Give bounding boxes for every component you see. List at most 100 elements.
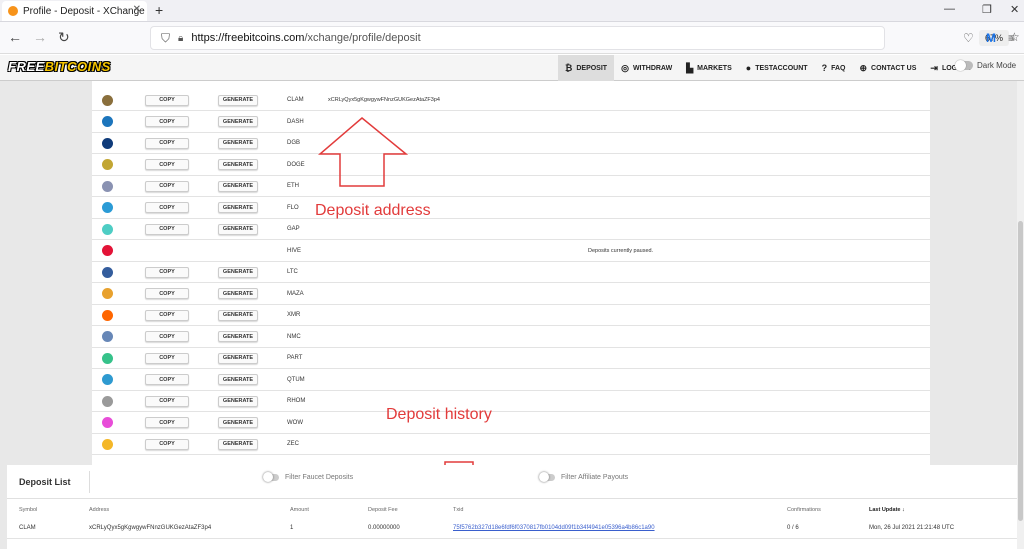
dark-mode-toggle[interactable]: Dark Mode <box>955 60 1016 71</box>
filter-faucet-toggle[interactable]: Filter Faucet Deposits <box>263 472 353 482</box>
generate-button[interactable]: GENERATE <box>218 331 258 343</box>
row-symbol: CLAM <box>19 525 36 531</box>
generate-button[interactable]: GENERATE <box>218 266 258 278</box>
shield-icon[interactable]: ⛉ <box>161 31 170 46</box>
copy-button[interactable]: COPY <box>145 202 189 214</box>
generate-button[interactable]: GENERATE <box>218 116 258 128</box>
coin-symbol: DOGE <box>287 161 305 168</box>
dash-coin-icon <box>102 116 113 128</box>
browser-tab[interactable]: Profile - Deposit - XChange ✕ <box>2 1 147 21</box>
copy-button[interactable]: COPY <box>145 94 189 106</box>
row-confirmations: 0 / 6 <box>787 525 799 531</box>
site-logo[interactable]: FREEBITCOINS <box>8 59 111 74</box>
deposit-list-header: Deposit List Filter Faucet Deposits Filt… <box>7 465 1017 499</box>
column-header[interactable]: Txid <box>453 507 463 513</box>
filter-affiliate-toggle[interactable]: Filter Affiliate Payouts <box>539 472 628 482</box>
flo-coin-icon <box>102 202 113 214</box>
generate-button[interactable]: GENERATE <box>218 352 258 364</box>
copy-button[interactable]: COPY <box>145 180 189 192</box>
nav-deposit[interactable]: ₿ DEPOSIT <box>558 55 615 81</box>
coin-row-zec: COPY GENERATE ZEC <box>92 434 930 456</box>
deposit-address[interactable]: xCRLyQyx5gKgwgywFNnzGUKGezAtaZF3p4 <box>328 97 440 103</box>
reload-icon[interactable]: ↻ <box>58 29 70 46</box>
nav-markets[interactable]: ▙ MARKETS <box>679 55 739 81</box>
coin-row-ltc: COPY GENERATE LTC <box>92 262 930 284</box>
copy-button[interactable]: COPY <box>145 223 189 235</box>
nav-contact-us[interactable]: ⊕ CONTACT US <box>852 55 923 81</box>
generate-button[interactable]: GENERATE <box>218 223 258 235</box>
faq-icon: ? <box>821 63 828 73</box>
coin-row-doge: COPY GENERATE DOGE <box>92 154 930 176</box>
nav-withdraw[interactable]: ◎ WITHDRAW <box>614 55 679 81</box>
copy-button[interactable]: COPY <box>145 352 189 364</box>
generate-button[interactable]: GENERATE <box>218 309 258 321</box>
copy-button[interactable]: COPY <box>145 116 189 128</box>
toggle-switch[interactable] <box>955 60 973 71</box>
generate-button[interactable]: GENERATE <box>218 438 258 450</box>
generate-button[interactable]: GENERATE <box>218 374 258 386</box>
generate-button[interactable]: GENERATE <box>218 137 258 149</box>
copy-button[interactable]: COPY <box>145 159 189 171</box>
toggle-switch[interactable] <box>539 472 555 482</box>
copy-button[interactable]: COPY <box>145 266 189 278</box>
column-header[interactable]: Confirmations <box>787 507 821 513</box>
pocket-icon[interactable]: ♡ <box>963 31 974 45</box>
forward-icon[interactable]: → <box>33 29 47 45</box>
copy-button[interactable]: COPY <box>145 395 189 407</box>
generate-button[interactable]: GENERATE <box>218 94 258 106</box>
status-note: Deposits currently paused. <box>588 247 654 254</box>
toggle-switch[interactable] <box>263 472 279 482</box>
xmr-coin-icon <box>102 309 113 321</box>
generate-button[interactable]: GENERATE <box>218 417 258 429</box>
generate-button[interactable]: GENERATE <box>218 180 258 192</box>
page-scrollbar[interactable] <box>1017 81 1024 549</box>
generate-button[interactable]: GENERATE <box>218 202 258 214</box>
lock-icon[interactable]: 🔒︎ <box>178 33 183 44</box>
generate-button[interactable]: GENERATE <box>218 395 258 407</box>
extension-icon[interactable]: M <box>986 31 996 45</box>
coin-symbol: ETH <box>287 183 299 190</box>
coin-symbol: DASH <box>287 118 304 125</box>
column-header-sorted[interactable]: Last Update ↓ <box>869 507 905 513</box>
coin-symbol: HIVE <box>287 247 302 254</box>
copy-button[interactable]: COPY <box>145 288 189 300</box>
column-header[interactable]: Address <box>89 507 109 513</box>
coin-row-qtum: COPY GENERATE QTUM <box>92 369 930 391</box>
column-header[interactable]: Deposit Fee <box>368 507 398 513</box>
url-text: https://freebitcoins.com/xchange/profile… <box>191 32 421 44</box>
menu-icon[interactable]: ≡ <box>1008 31 1015 45</box>
doge-coin-icon <box>102 159 113 171</box>
close-tab-icon[interactable]: ✕ <box>133 4 141 15</box>
restore-icon[interactable]: ❐ <box>982 3 992 16</box>
copy-button[interactable]: COPY <box>145 374 189 386</box>
copy-button[interactable]: COPY <box>145 309 189 321</box>
copy-button[interactable]: COPY <box>145 417 189 429</box>
column-header[interactable]: Amount <box>290 507 309 513</box>
copy-button[interactable]: COPY <box>145 331 189 343</box>
generate-button[interactable]: GENERATE <box>218 159 258 171</box>
minimize-icon[interactable]: — <box>944 3 955 15</box>
deposit-list-title: Deposit List <box>19 477 71 487</box>
generate-button[interactable]: GENERATE <box>218 288 258 300</box>
copy-button[interactable]: COPY <box>145 137 189 149</box>
zec-coin-icon <box>102 438 113 450</box>
copy-button[interactable]: COPY <box>145 438 189 450</box>
address-bar[interactable]: ⛉ 🔒︎ https://freebitcoins.com/xchange/pr… <box>150 26 1020 50</box>
nav-faq[interactable]: ? FAQ <box>815 55 853 81</box>
new-tab-button[interactable]: + <box>155 2 163 18</box>
coin-row-maza: COPY GENERATE MAZA <box>92 283 930 305</box>
contact-us-icon: ⊕ <box>859 62 868 73</box>
back-icon[interactable]: ← <box>8 29 22 45</box>
nav-testaccount[interactable]: ● TESTACCOUNT <box>739 55 815 81</box>
rhom-coin-icon <box>102 395 113 407</box>
scrollbar-thumb[interactable] <box>1018 221 1023 521</box>
site-nav: ₿ DEPOSIT ◎ WITHDRAW ▙ MARKETS ● TESTACCOUNT? FA… <box>558 55 979 81</box>
clam-coin-icon <box>102 94 113 106</box>
row-txid-link[interactable]: 75f5762b327d18e6fdf6f0370817fb0104dd09f1… <box>453 525 655 531</box>
close-window-icon[interactable]: ✕ <box>1010 3 1019 16</box>
coin-symbol: DGB <box>287 140 301 147</box>
column-header[interactable]: Symbol <box>19 507 37 513</box>
nav-label: CONTACT US <box>871 64 917 72</box>
coin-symbol: NMC <box>287 333 301 340</box>
row-address: xCRLyQyx5gKgwgywFNnzGUKGezAtaZF3p4 <box>89 525 212 531</box>
